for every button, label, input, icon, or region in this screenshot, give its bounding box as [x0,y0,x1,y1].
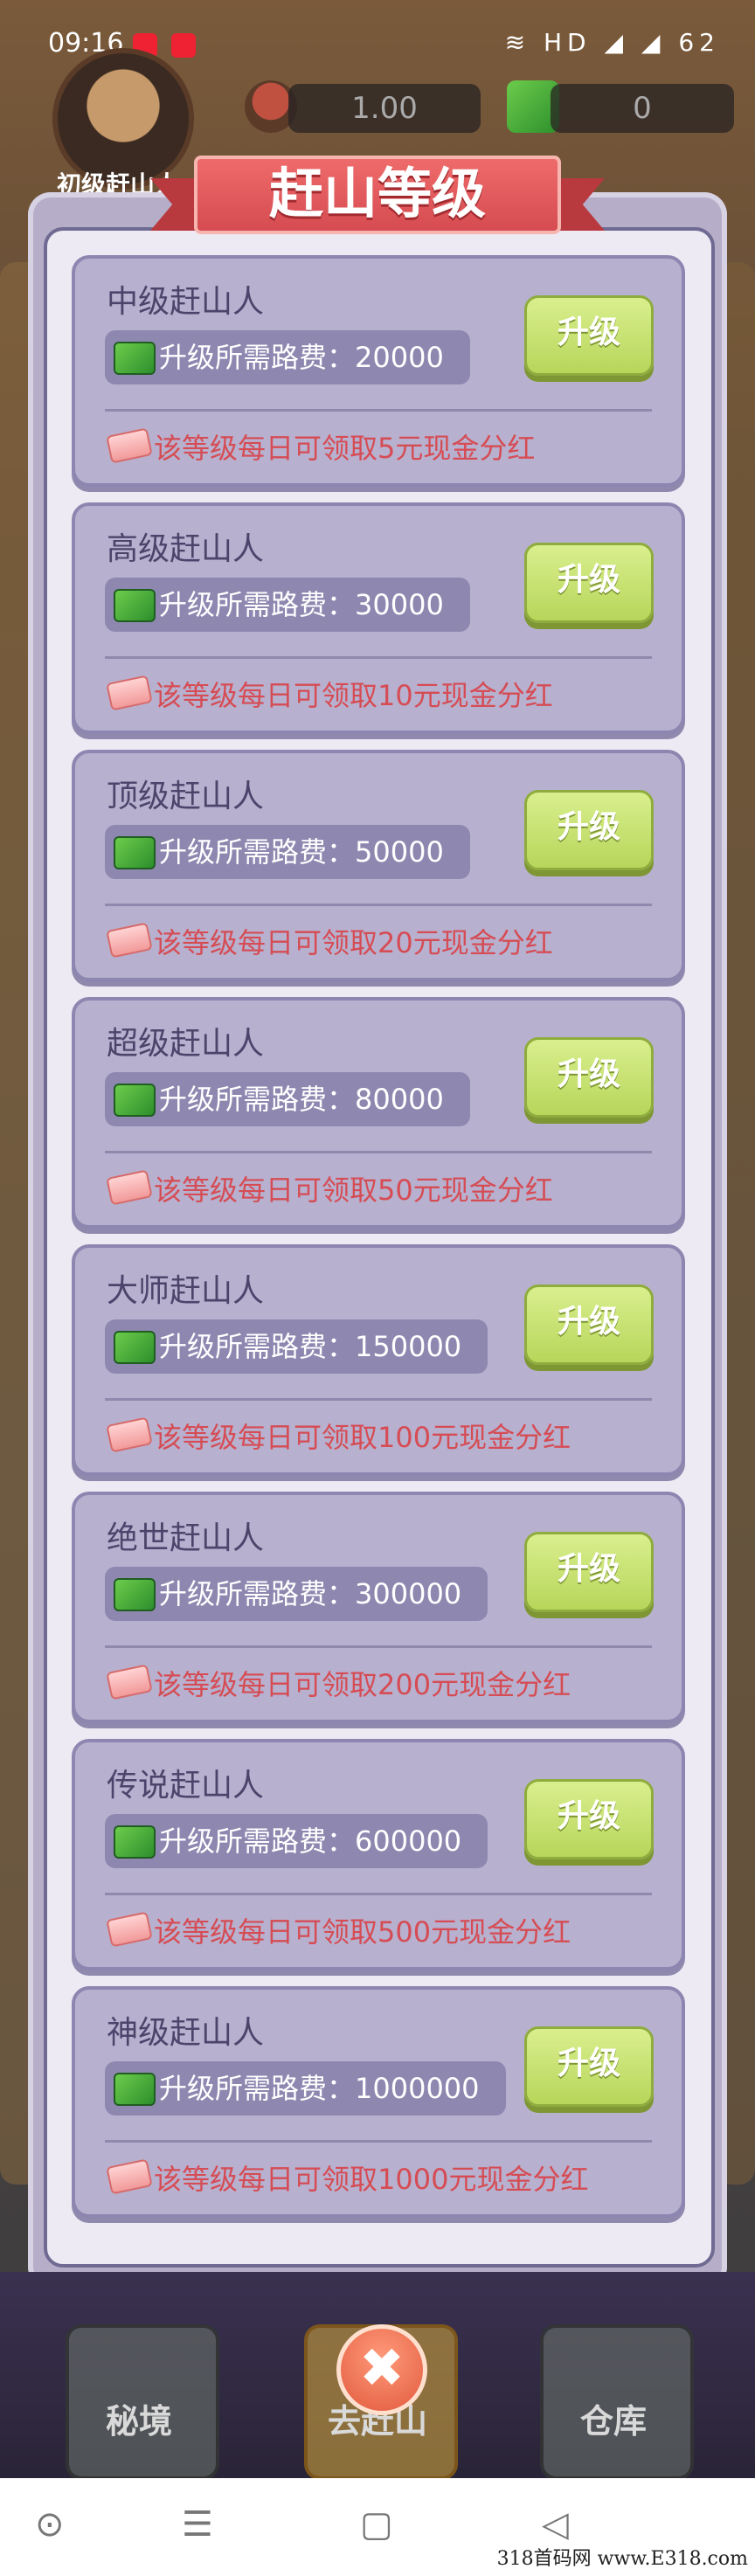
level-reward: 该等级每日可领取50元现金分红 [154,1174,553,1207]
upgrade-button[interactable]: 升级 [524,2026,654,2107]
level-card: 超级赶山人 升级所需路费：80000 升级 该等级每日可领取50元现金分红 [72,997,685,1229]
money-icon [114,836,156,869]
divider [105,1645,652,1648]
status-icons: ≋ HD ◢ ◢ 62 [504,28,720,57]
level-name: 绝世赶山人 [107,1520,265,1556]
level-card: 顶级赶山人 升级所需路费：50000 升级 该等级每日可领取20元现金分红 [72,750,685,981]
upgrade-cost-text: 升级所需路费：1000000 [159,2072,480,2105]
level-card: 传说赶山人 升级所需路费：600000 升级 该等级每日可领取500元现金分红 [72,1739,685,1970]
upgrade-cost-text: 升级所需路费：300000 [159,1577,462,1610]
square-icon[interactable]: ▢ [360,2504,393,2545]
upgrade-button[interactable]: 升级 [524,1037,654,1118]
divider [105,1893,652,1895]
system-nav-bar: ⊙ ☰ ▢ ◁ 318首码网 www.E318.com [0,2478,755,2576]
level-reward: 该等级每日可领取500元现金分红 [154,1915,571,1949]
ticket-icon [106,1169,153,1206]
notification-icon [171,33,196,58]
divider [105,1151,652,1153]
upgrade-cost: 升级所需路费：150000 [105,1319,488,1374]
ticket-icon [106,1911,153,1948]
ticket-icon [106,1416,153,1453]
level-name: 超级赶山人 [107,1026,265,1062]
circle-icon[interactable]: ⊙ [35,2504,65,2545]
level-name: 中级赶山人 [107,284,265,320]
divider [105,2140,652,2143]
upgrade-button[interactable]: 升级 [524,295,654,376]
money-icon [114,1578,156,1611]
divider [105,656,652,659]
upgrade-button[interactable]: 升级 [524,1532,654,1612]
level-card: 中级赶山人 升级所需路费：20000 升级 该等级每日可领取5元现金分红 [72,255,685,487]
level-reward: 该等级每日可领取200元现金分红 [154,1668,571,1701]
back-icon[interactable]: ◁ [542,2504,569,2545]
ticket-icon [106,427,153,464]
level-name: 神级赶山人 [107,2015,265,2051]
upgrade-button[interactable]: 升级 [524,543,654,623]
watermark: 318首码网 www.E318.com [496,2548,748,2570]
upgrade-cost: 升级所需路费：600000 [105,1814,488,1868]
menu-icon[interactable]: ☰ [182,2504,213,2545]
level-card: 高级赶山人 升级所需路费：30000 升级 该等级每日可领取10元现金分红 [72,502,685,734]
money-icon [114,1825,156,1859]
upgrade-button[interactable]: 升级 [524,1779,654,1859]
level-reward: 该等级每日可领取5元现金分红 [154,432,536,465]
ticket-icon [106,1664,153,1700]
level-reward: 该等级每日可领取1000元现金分红 [154,2163,589,2196]
level-card: 神级赶山人 升级所需路费：1000000 升级 该等级每日可领取1000元现金分… [72,1986,685,2218]
nav-secret-realm-label: 秘境 [105,2402,172,2441]
modal-title: 赶山等级 [268,162,486,225]
level-reward: 该等级每日可领取10元现金分红 [154,679,553,712]
upgrade-cost-text: 升级所需路费：20000 [159,341,444,374]
divider [105,409,652,412]
level-name: 顶级赶山人 [107,779,265,814]
upgrade-cost: 升级所需路费：1000000 [105,2061,506,2116]
money-icon [114,589,156,622]
level-card: 大师赶山人 升级所需路费：150000 升级 该等级每日可领取100元现金分红 [72,1244,685,1476]
modal-title-ribbon: 赶山等级 [150,147,605,243]
upgrade-cost: 升级所需路费：50000 [105,825,470,879]
upgrade-cost: 升级所需路费：20000 [105,330,470,384]
money-icon [114,1084,156,1117]
resource-value-1: 1.00 [288,84,481,133]
money-icon [114,2073,156,2106]
upgrade-cost-text: 升级所需路费：600000 [159,1825,462,1858]
money-icon [114,1331,156,1364]
ticket-icon [106,2158,153,2195]
upgrade-button[interactable]: 升级 [524,1285,654,1365]
upgrade-cost: 升级所需路费：300000 [105,1567,488,1621]
close-button[interactable]: ✖ [336,2324,427,2415]
level-name: 大师赶山人 [107,1273,265,1309]
upgrade-cost-text: 升级所需路费：80000 [159,1083,444,1116]
upgrade-cost: 升级所需路费：80000 [105,1072,470,1126]
level-reward: 该等级每日可领取20元现金分红 [154,926,553,959]
resource-value-2: 0 [551,84,734,133]
upgrade-cost-text: 升级所需路费：50000 [159,835,444,869]
upgrade-button[interactable]: 升级 [524,790,654,870]
level-name: 高级赶山人 [107,531,265,567]
level-card: 绝世赶山人 升级所需路费：300000 升级 该等级每日可领取200元现金分红 [72,1492,685,1723]
level-name: 传说赶山人 [107,1768,265,1804]
upgrade-cost-text: 升级所需路费：150000 [159,1330,462,1363]
ticket-icon [106,922,153,959]
level-reward: 该等级每日可领取100元现金分红 [154,1421,571,1454]
upgrade-cost: 升级所需路费：30000 [105,578,470,632]
nav-warehouse-label: 仓库 [579,2402,647,2441]
money-icon [114,342,156,375]
divider [105,904,652,906]
upgrade-cost-text: 升级所需路费：30000 [159,588,444,621]
ticket-icon [106,675,153,711]
divider [105,1398,652,1401]
